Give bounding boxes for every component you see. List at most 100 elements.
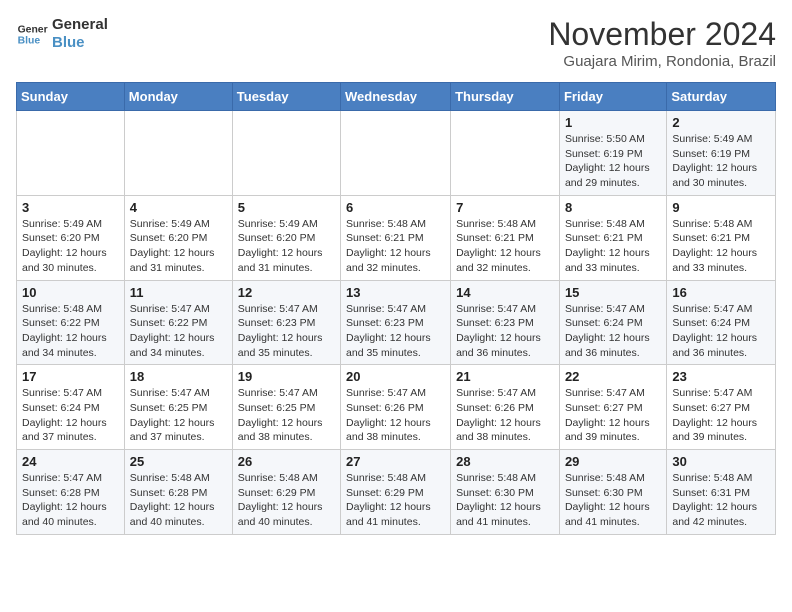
- calendar-week-5: 24 Sunrise: 5:47 AMSunset: 6:28 PMDayligh…: [17, 450, 776, 535]
- day-number: 9: [672, 200, 770, 215]
- weekday-header-tuesday: Tuesday: [232, 83, 340, 111]
- logo-blue: Blue: [52, 34, 108, 52]
- svg-text:Blue: Blue: [18, 36, 41, 47]
- day-number: 23: [672, 369, 770, 384]
- day-info: Sunrise: 5:47 AMSunset: 6:23 PMDaylight:…: [238, 302, 335, 361]
- day-info: Sunrise: 5:47 AMSunset: 6:28 PMDaylight:…: [22, 471, 119, 530]
- calendar-cell: 11Sunrise: 5:47 AMSunset: 6:22 PMDayligh…: [124, 280, 232, 365]
- calendar-cell: 12 Sunrise: 5:47 AMSunset: 6:23 PMDayligh…: [232, 280, 340, 365]
- title-block: November 2024 Guajara Mirim, Rondonia, B…: [548, 16, 776, 70]
- day-number: 25: [130, 454, 227, 469]
- day-info: Sunrise: 5:50 AMSunset: 6:19 PMDaylight:…: [565, 132, 661, 191]
- day-info: Sunrise: 5:48 AMSunset: 6:22 PMDaylight:…: [22, 302, 119, 361]
- calendar-cell: 7 Sunrise: 5:48 AMSunset: 6:21 PMDaylight…: [451, 195, 560, 280]
- day-info: Sunrise: 5:48 AMSunset: 6:28 PMDaylight:…: [130, 471, 227, 530]
- calendar-cell: 16 Sunrise: 5:47 AMSunset: 6:24 PMDayligh…: [667, 280, 776, 365]
- calendar-cell: 5Sunrise: 5:49 AMSunset: 6:20 PMDaylight…: [232, 195, 340, 280]
- calendar-cell: 24 Sunrise: 5:47 AMSunset: 6:28 PMDayligh…: [17, 450, 125, 535]
- calendar-cell: [341, 111, 451, 196]
- calendar-cell: 23 Sunrise: 5:47 AMSunset: 6:27 PMDayligh…: [667, 365, 776, 450]
- calendar-cell: 6 Sunrise: 5:48 AMSunset: 6:21 PMDaylight…: [341, 195, 451, 280]
- day-info: Sunrise: 5:48 AMSunset: 6:21 PMDaylight:…: [565, 217, 661, 276]
- day-number: 16: [672, 285, 770, 300]
- weekday-header-monday: Monday: [124, 83, 232, 111]
- day-number: 7: [456, 200, 554, 215]
- calendar-cell: 17 Sunrise: 5:47 AMSunset: 6:24 PMDayligh…: [17, 365, 125, 450]
- day-info: Sunrise: 5:47 AMSunset: 6:23 PMDaylight:…: [456, 302, 554, 361]
- day-number: 26: [238, 454, 335, 469]
- calendar-week-3: 10 Sunrise: 5:48 AMSunset: 6:22 PMDayligh…: [17, 280, 776, 365]
- weekday-header-friday: Friday: [559, 83, 666, 111]
- day-number: 13: [346, 285, 445, 300]
- day-info: Sunrise: 5:47 AMSunset: 6:24 PMDaylight:…: [22, 386, 119, 445]
- day-info: Sunrise: 5:48 AMSunset: 6:29 PMDaylight:…: [238, 471, 335, 530]
- calendar-cell: 22 Sunrise: 5:47 AMSunset: 6:27 PMDayligh…: [559, 365, 666, 450]
- day-info: Sunrise: 5:48 AMSunset: 6:30 PMDaylight:…: [565, 471, 661, 530]
- calendar-cell: 25 Sunrise: 5:48 AMSunset: 6:28 PMDayligh…: [124, 450, 232, 535]
- calendar-cell: 1 Sunrise: 5:50 AMSunset: 6:19 PMDaylight…: [559, 111, 666, 196]
- calendar-cell: 14 Sunrise: 5:47 AMSunset: 6:23 PMDayligh…: [451, 280, 560, 365]
- day-info: Sunrise: 5:47 AMSunset: 6:26 PMDaylight:…: [456, 386, 554, 445]
- day-number: 14: [456, 285, 554, 300]
- day-info: Sunrise: 5:48 AMSunset: 6:30 PMDaylight:…: [456, 471, 554, 530]
- weekday-header-thursday: Thursday: [451, 83, 560, 111]
- day-info: Sunrise: 5:47 AMSunset: 6:24 PMDaylight:…: [565, 302, 661, 361]
- day-number: 6: [346, 200, 445, 215]
- location-subtitle: Guajara Mirim, Rondonia, Brazil: [548, 53, 776, 70]
- day-info: Sunrise: 5:47 AMSunset: 6:27 PMDaylight:…: [672, 386, 770, 445]
- calendar-cell: 21Sunrise: 5:47 AMSunset: 6:26 PMDayligh…: [451, 365, 560, 450]
- day-info: Sunrise: 5:47 AMSunset: 6:25 PMDaylight:…: [238, 386, 335, 445]
- day-number: 20: [346, 369, 445, 384]
- day-info: Sunrise: 5:48 AMSunset: 6:21 PMDaylight:…: [456, 217, 554, 276]
- day-number: 4: [130, 200, 227, 215]
- calendar-week-1: 1 Sunrise: 5:50 AMSunset: 6:19 PMDaylight…: [17, 111, 776, 196]
- calendar-cell: [232, 111, 340, 196]
- day-info: Sunrise: 5:49 AMSunset: 6:19 PMDaylight:…: [672, 132, 770, 191]
- day-number: 22: [565, 369, 661, 384]
- day-number: 11: [130, 285, 227, 300]
- svg-text:General: General: [18, 24, 48, 35]
- calendar-cell: 9 Sunrise: 5:48 AMSunset: 6:21 PMDaylight…: [667, 195, 776, 280]
- day-info: Sunrise: 5:48 AMSunset: 6:31 PMDaylight:…: [672, 471, 770, 530]
- calendar-cell: 15Sunrise: 5:47 AMSunset: 6:24 PMDayligh…: [559, 280, 666, 365]
- day-number: 2: [672, 115, 770, 130]
- day-info: Sunrise: 5:47 AMSunset: 6:27 PMDaylight:…: [565, 386, 661, 445]
- day-number: 19: [238, 369, 335, 384]
- day-number: 29: [565, 454, 661, 469]
- day-info: Sunrise: 5:48 AMSunset: 6:29 PMDaylight:…: [346, 471, 445, 530]
- day-number: 17: [22, 369, 119, 384]
- calendar-cell: 29 Sunrise: 5:48 AMSunset: 6:30 PMDayligh…: [559, 450, 666, 535]
- day-info: Sunrise: 5:49 AMSunset: 6:20 PMDaylight:…: [130, 217, 227, 276]
- day-info: Sunrise: 5:48 AMSunset: 6:21 PMDaylight:…: [346, 217, 445, 276]
- day-info: Sunrise: 5:48 AMSunset: 6:21 PMDaylight:…: [672, 217, 770, 276]
- day-info: Sunrise: 5:49 AMSunset: 6:20 PMDaylight:…: [22, 217, 119, 276]
- day-number: 5: [238, 200, 335, 215]
- calendar-cell: 18Sunrise: 5:47 AMSunset: 6:25 PMDayligh…: [124, 365, 232, 450]
- day-number: 8: [565, 200, 661, 215]
- weekday-header-sunday: Sunday: [17, 83, 125, 111]
- calendar-cell: [124, 111, 232, 196]
- calendar-cell: [451, 111, 560, 196]
- day-number: 3: [22, 200, 119, 215]
- calendar-cell: 2 Sunrise: 5:49 AMSunset: 6:19 PMDaylight…: [667, 111, 776, 196]
- day-number: 28: [456, 454, 554, 469]
- day-number: 12: [238, 285, 335, 300]
- logo-icon: General Blue: [16, 18, 48, 50]
- day-info: Sunrise: 5:47 AMSunset: 6:23 PMDaylight:…: [346, 302, 445, 361]
- day-number: 10: [22, 285, 119, 300]
- calendar-cell: 20Sunrise: 5:47 AMSunset: 6:26 PMDayligh…: [341, 365, 451, 450]
- day-number: 24: [22, 454, 119, 469]
- calendar-cell: 10 Sunrise: 5:48 AMSunset: 6:22 PMDayligh…: [17, 280, 125, 365]
- calendar-table: SundayMondayTuesdayWednesdayThursdayFrid…: [16, 82, 776, 535]
- day-info: Sunrise: 5:47 AMSunset: 6:25 PMDaylight:…: [130, 386, 227, 445]
- weekday-header-wednesday: Wednesday: [341, 83, 451, 111]
- calendar-cell: 26 Sunrise: 5:48 AMSunset: 6:29 PMDayligh…: [232, 450, 340, 535]
- calendar-cell: 4 Sunrise: 5:49 AMSunset: 6:20 PMDaylight…: [124, 195, 232, 280]
- logo: General Blue General Blue: [16, 16, 108, 52]
- calendar-cell: 19 Sunrise: 5:47 AMSunset: 6:25 PMDayligh…: [232, 365, 340, 450]
- calendar-cell: 27Sunrise: 5:48 AMSunset: 6:29 PMDayligh…: [341, 450, 451, 535]
- calendar-cell: 28 Sunrise: 5:48 AMSunset: 6:30 PMDayligh…: [451, 450, 560, 535]
- day-info: Sunrise: 5:47 AMSunset: 6:24 PMDaylight:…: [672, 302, 770, 361]
- calendar-week-4: 17 Sunrise: 5:47 AMSunset: 6:24 PMDayligh…: [17, 365, 776, 450]
- day-number: 1: [565, 115, 661, 130]
